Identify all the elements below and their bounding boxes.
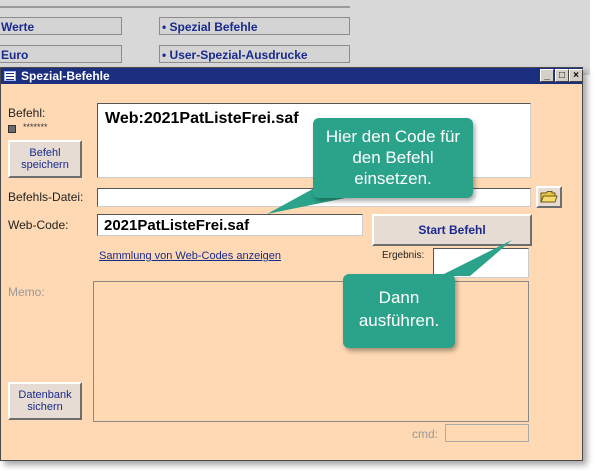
minimize-button[interactable]: _: [540, 69, 554, 82]
cmd-label: cmd:: [412, 427, 439, 441]
befehl-label: Befehl:: [8, 106, 46, 120]
close-button[interactable]: ×: [569, 69, 583, 82]
callout-dann-ausfuehren: Dann ausführen.: [343, 274, 455, 348]
befehl-speichern-line2: speichern: [21, 159, 69, 171]
befehls-datei-label: Befehls-Datei:: [8, 190, 84, 204]
ergebnis-label: Ergebnis:: [382, 250, 425, 261]
maximize-button[interactable]: □: [555, 69, 569, 82]
record-selector-icon: [8, 125, 16, 133]
memo-label: Memo:: [8, 285, 45, 299]
befehl-marker: *******: [23, 122, 48, 132]
window-title: Spezial-Befehle: [21, 69, 110, 83]
datenbank-sichern-button[interactable]: Datenbank sichern: [8, 382, 82, 420]
bg-button-spezial-befehle[interactable]: • Spezial Befehle: [159, 17, 350, 35]
form-icon: [4, 71, 16, 81]
bg-button-user-spezial-ausdrucke[interactable]: • User-Spezial-Ausdrucke: [159, 45, 350, 63]
bg-button-werte[interactable]: Werte: [0, 17, 122, 35]
bg-button-euro[interactable]: Euro: [0, 45, 122, 63]
befehl-speichern-line1: Befehl: [29, 147, 61, 159]
start-befehl-button[interactable]: Start Befehl: [372, 214, 532, 246]
befehl-speichern-button[interactable]: Befehl speichern: [8, 140, 82, 178]
background-app: Werte Euro • Spezial Befehle • User-Spez…: [0, 0, 590, 75]
spezial-befehle-window: Spezial-Befehle _ □ × Befehl: ******* We…: [0, 67, 583, 461]
memo-area[interactable]: [93, 281, 529, 422]
bg-separator: [0, 6, 350, 8]
callout-code-einsetzen: Hier den Code für den Befehl einsetzen.: [313, 118, 473, 198]
folder-icon: [540, 191, 558, 203]
cmd-field[interactable]: [445, 424, 529, 442]
open-folder-button[interactable]: [536, 186, 562, 208]
web-code-label: Web-Code:: [8, 218, 69, 232]
datenbank-sichern-line2: sichern: [27, 401, 63, 413]
sammlung-web-codes-link[interactable]: Sammlung von Web-Codes anzeigen: [99, 250, 281, 262]
title-bar[interactable]: Spezial-Befehle _ □ ×: [1, 68, 583, 84]
web-code-field[interactable]: 2021PatListeFrei.saf: [97, 214, 363, 236]
datenbank-sichern-line1: Datenbank: [18, 389, 72, 401]
